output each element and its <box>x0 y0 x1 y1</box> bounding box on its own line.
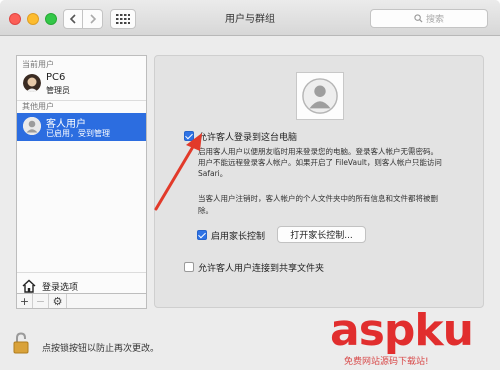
search-placeholder: 搜索 <box>425 15 444 25</box>
shared-folders-checkbox[interactable] <box>184 262 194 272</box>
house-icon <box>22 279 36 293</box>
remove-user-button[interactable]: − <box>33 294 49 308</box>
allow-guest-login-description: 启用客人用户以便朋友临时用来登录您的电脑。登录客人帐户无需密码。 用户不能远程登… <box>198 146 488 179</box>
search-field[interactable]: 搜索 <box>370 9 488 28</box>
users-groups-window: 用户与群组 搜索 当前用户 PC6 管理员 其他用户 客人用户 已启用，受到管理… <box>0 0 500 370</box>
user-name: PC6 <box>46 72 66 83</box>
lock-icon[interactable] <box>13 332 29 354</box>
open-parental-controls-button[interactable]: 打开家长控制... <box>277 226 366 243</box>
description-line: 启用客人用户以便朋友临时用来登录您的电脑。登录客人帐户无需密码。 <box>198 147 438 156</box>
allow-guest-login-label: 允许客人登录到这台电脑 <box>198 133 298 143</box>
user-row-guest[interactable]: 客人用户 已启用，受到管理 <box>17 113 146 141</box>
guest-user-icon <box>23 117 41 135</box>
user-role: 管理员 <box>46 86 70 95</box>
divider <box>17 272 146 273</box>
login-options-item[interactable]: 登录选项 <box>22 278 78 294</box>
avatar <box>23 74 41 92</box>
user-list-sidebar: 当前用户 PC6 管理员 其他用户 客人用户 已启用，受到管理 登录选项 <box>16 55 147 308</box>
guest-user-icon <box>302 78 338 114</box>
search-icon <box>414 14 423 23</box>
red-arrow-annotation <box>154 133 202 211</box>
guest-avatar <box>23 117 41 135</box>
guest-picture[interactable] <box>296 72 344 120</box>
current-users-label: 当前用户 <box>22 60 54 69</box>
shared-folders-label: 允许客人用户连接到共享文件夹 <box>198 264 325 274</box>
parental-controls-label: 启用家长控制 <box>211 232 266 242</box>
note-line: 当客人用户注销时，客人帐户的个人文件夹中的所有信息和文件都将被删 <box>198 194 438 203</box>
other-users-label: 其他用户 <box>22 102 54 111</box>
watermark: aspku 免费网站源码下载站! <box>330 306 500 370</box>
sidebar-toolbar: + − ⚙ <box>16 293 147 309</box>
user-row-pc6[interactable]: PC6 管理员 <box>17 70 146 98</box>
parental-controls-checkbox[interactable] <box>197 230 207 240</box>
add-user-button[interactable]: + <box>17 294 33 308</box>
title-bar: 用户与群组 搜索 <box>0 0 500 36</box>
description-line: 用户不能远程登录客人帐户。如果开启了 FileVault，则客人帐户只能访问 <box>198 158 442 167</box>
watermark-tagline: 免费网站源码下载站! <box>344 357 429 367</box>
logout-note: 当客人用户注销时，客人帐户的个人文件夹中的所有信息和文件都将被删 除。 <box>198 193 488 217</box>
user-status: 已启用，受到管理 <box>46 129 110 138</box>
description-line: Safari。 <box>198 169 228 178</box>
gear-icon[interactable]: ⚙ <box>49 294 67 308</box>
note-line: 除。 <box>198 206 213 215</box>
lock-hint-text: 点按锁按钮以防止再次更改。 <box>42 344 160 354</box>
watermark-brand: aspku <box>330 305 474 356</box>
login-options-label: 登录选项 <box>42 282 79 293</box>
